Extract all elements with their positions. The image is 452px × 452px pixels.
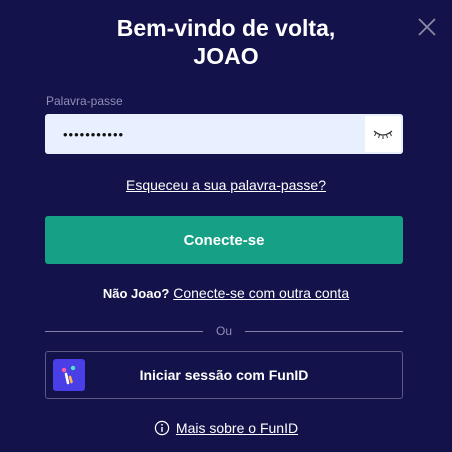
more-funid-link[interactable]: Mais sobre o FunID <box>176 420 298 436</box>
username-line: JOAO <box>193 43 259 69</box>
password-field <box>45 114 403 154</box>
other-account-link[interactable]: Conecte-se com outra conta <box>173 285 349 301</box>
not-user-row: Não Joao? Conecte-se com outra conta <box>0 285 452 301</box>
password-label: Palavra-passe <box>46 94 123 108</box>
welcome-line: Bem-vindo de volta, <box>116 15 336 41</box>
password-input[interactable] <box>45 114 363 154</box>
toggle-password-visibility-button[interactable] <box>365 116 401 152</box>
divider-line-right <box>245 331 403 332</box>
connect-button[interactable]: Conecte-se <box>45 216 403 264</box>
login-modal: Bem-vindo de volta, JOAO Palavra-passe E… <box>0 0 452 452</box>
funid-button-label: Iniciar sessão com FunID <box>139 367 309 383</box>
funid-login-button[interactable]: Iniciar sessão com FunID <box>45 351 403 399</box>
eye-closed-icon <box>373 130 393 139</box>
forgot-password-link[interactable]: Esqueceu a sua palavra-passe? <box>0 177 452 193</box>
more-funid-row: Mais sobre o FunID <box>0 420 452 436</box>
not-user-label: Não Joao? <box>102 286 170 301</box>
info-icon <box>154 420 170 436</box>
or-divider: Ou <box>45 324 403 338</box>
welcome-title: Bem-vindo de volta, JOAO <box>0 14 452 70</box>
